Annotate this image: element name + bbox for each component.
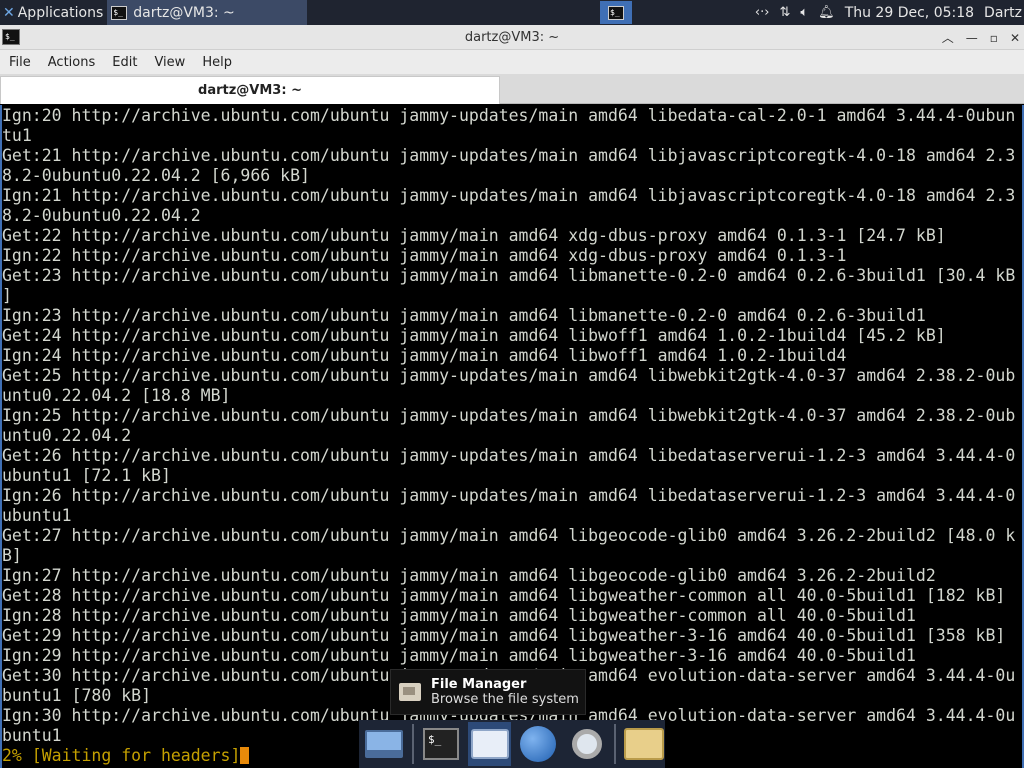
terminal-line: Get:26 http://archive.ubuntu.com/ubuntu … — [2, 446, 1016, 465]
files-icon — [623, 728, 664, 760]
terminal-launcher[interactable]: $_ — [420, 722, 463, 766]
window-controls: ︿ — ▫ ✕ — [942, 25, 1020, 50]
menu-bar: File Actions Edit View Help — [0, 50, 1024, 74]
tooltip-title: File Manager — [431, 677, 527, 692]
file-manager-tooltip: File Manager Browse the file system — [390, 669, 586, 715]
menu-help[interactable]: Help — [193, 55, 240, 70]
user-menu[interactable]: Dartz — [984, 5, 1022, 21]
dock-separator — [411, 724, 414, 764]
taskbar-window-label: dartz@VM3: ~ — [133, 4, 235, 21]
network-icon[interactable]: ‹·› — [755, 5, 770, 20]
terminal-cursor — [240, 747, 250, 764]
terminal-line: ] — [2, 286, 12, 305]
terminal-line: 8.2-0ubuntu0.22.04.2 — [2, 206, 201, 225]
menu-edit[interactable]: Edit — [103, 55, 145, 70]
file-manager-icon — [470, 729, 509, 759]
close-button[interactable]: ✕ — [1010, 31, 1020, 45]
menu-view[interactable]: View — [145, 55, 193, 70]
minimize-button[interactable]: — — [966, 31, 978, 45]
terminal-line: tu1 — [2, 126, 32, 145]
system-tray: ‹·› ⇅ 🔈︎ 🔔︎ Thu 29 Dec, 05:18 Dartz — [755, 0, 1024, 25]
show-desktop-icon — [365, 730, 404, 758]
show-desktop-button[interactable] — [363, 722, 406, 766]
terminal-icon: $_ — [422, 728, 459, 760]
volume-icon[interactable]: 🔈︎ — [800, 5, 808, 20]
terminal-line: Get:21 http://archive.ubuntu.com/ubuntu … — [2, 146, 1016, 165]
terminal-tab[interactable]: dartz@VM3: ~ — [0, 76, 500, 104]
terminal-line: Get:22 http://archive.ubuntu.com/ubuntu … — [2, 226, 946, 245]
terminal-line: Get:29 http://archive.ubuntu.com/ubuntu … — [2, 626, 1006, 645]
app-finder-launcher[interactable] — [566, 722, 609, 766]
web-browser-launcher[interactable] — [517, 722, 560, 766]
terminal-line: Ign:25 http://archive.ubuntu.com/ubuntu … — [2, 406, 1016, 425]
terminal-icon: $_ — [111, 5, 128, 20]
workspace-switcher[interactable]: $_ — [600, 1, 632, 24]
top-panel: ✕ Applications $_ dartz@VM3: ~ $_ ‹·› ⇅ … — [0, 0, 1024, 25]
tooltip-description: Browse the file system — [431, 692, 579, 707]
terminal-line: Get:25 http://archive.ubuntu.com/ubuntu … — [2, 366, 1016, 385]
terminal-line: Ign:22 http://archive.ubuntu.com/ubuntu … — [2, 246, 847, 265]
menu-file[interactable]: File — [0, 55, 39, 70]
terminal-line: untu0.22.04.2 — [2, 426, 132, 445]
terminal-line: Get:28 http://archive.ubuntu.com/ubuntu … — [2, 586, 1006, 605]
progress-text: 2% [Waiting for headers] — [2, 746, 241, 765]
notification-bell-icon[interactable]: 🔔︎ — [818, 5, 835, 20]
terminal-line: Ign:26 http://archive.ubuntu.com/ubuntu … — [2, 486, 1016, 505]
terminal-line: Ign:21 http://archive.ubuntu.com/ubuntu … — [2, 186, 1016, 205]
terminal-line: untu0.22.04.2 [18.8 MB] — [2, 386, 231, 405]
terminal-line: 8.2-0ubuntu0.22.04.2 [6,966 kB] — [2, 166, 310, 185]
applications-menu-button[interactable]: ✕ Applications — [0, 0, 107, 25]
terminal-line: Get:27 http://archive.ubuntu.com/ubuntu … — [2, 526, 1016, 545]
file-manager-icon — [399, 683, 421, 701]
dock: $_ — [359, 720, 665, 768]
terminal-line: B] — [2, 546, 22, 565]
taskbar-window-button[interactable]: $_ dartz@VM3: ~ — [107, 0, 308, 25]
terminal-line: Ign:29 http://archive.ubuntu.com/ubuntu … — [2, 646, 916, 665]
terminal-line: Get:23 http://archive.ubuntu.com/ubuntu … — [2, 266, 1016, 285]
chevron-up-icon[interactable]: ︿ — [942, 29, 954, 46]
maximize-button[interactable]: ▫ — [990, 31, 998, 45]
xfce-logo-icon: ✕ — [3, 4, 15, 21]
tab-bar: dartz@VM3: ~ — [0, 74, 1024, 104]
terminal-line: Ign:28 http://archive.ubuntu.com/ubuntu … — [2, 606, 916, 625]
terminal-line: ubuntu1 — [2, 506, 72, 525]
terminal-line: Ign:20 http://archive.ubuntu.com/ubuntu … — [2, 106, 1016, 125]
menu-actions[interactable]: Actions — [39, 55, 104, 70]
terminal-line: Ign:27 http://archive.ubuntu.com/ubuntu … — [2, 566, 936, 585]
terminal-line: Get:24 http://archive.ubuntu.com/ubuntu … — [2, 326, 946, 345]
terminal-line: Ign:24 http://archive.ubuntu.com/ubuntu … — [2, 346, 847, 365]
transfer-icon[interactable]: ⇅ — [779, 5, 790, 20]
files-launcher[interactable] — [622, 722, 665, 766]
window-title: dartz@VM3: ~ — [464, 29, 560, 45]
file-manager-launcher[interactable] — [468, 722, 511, 766]
web-browser-icon — [520, 726, 557, 762]
terminal-output: Ign:20 http://archive.ubuntu.com/ubuntu … — [2, 105, 1022, 766]
dock-separator — [614, 724, 617, 764]
app-finder-icon — [572, 729, 603, 759]
terminal-line: ubuntu1 [72.1 kB] — [2, 466, 171, 485]
terminal-line: Ign:23 http://archive.ubuntu.com/ubuntu … — [2, 306, 926, 325]
window-titlebar[interactable]: $_ dartz@VM3: ~ ︿ — ▫ ✕ — [0, 25, 1024, 50]
terminal-icon: $_ — [608, 5, 624, 20]
applications-label: Applications — [17, 4, 104, 21]
clock[interactable]: Thu 29 Dec, 05:18 — [845, 5, 974, 21]
